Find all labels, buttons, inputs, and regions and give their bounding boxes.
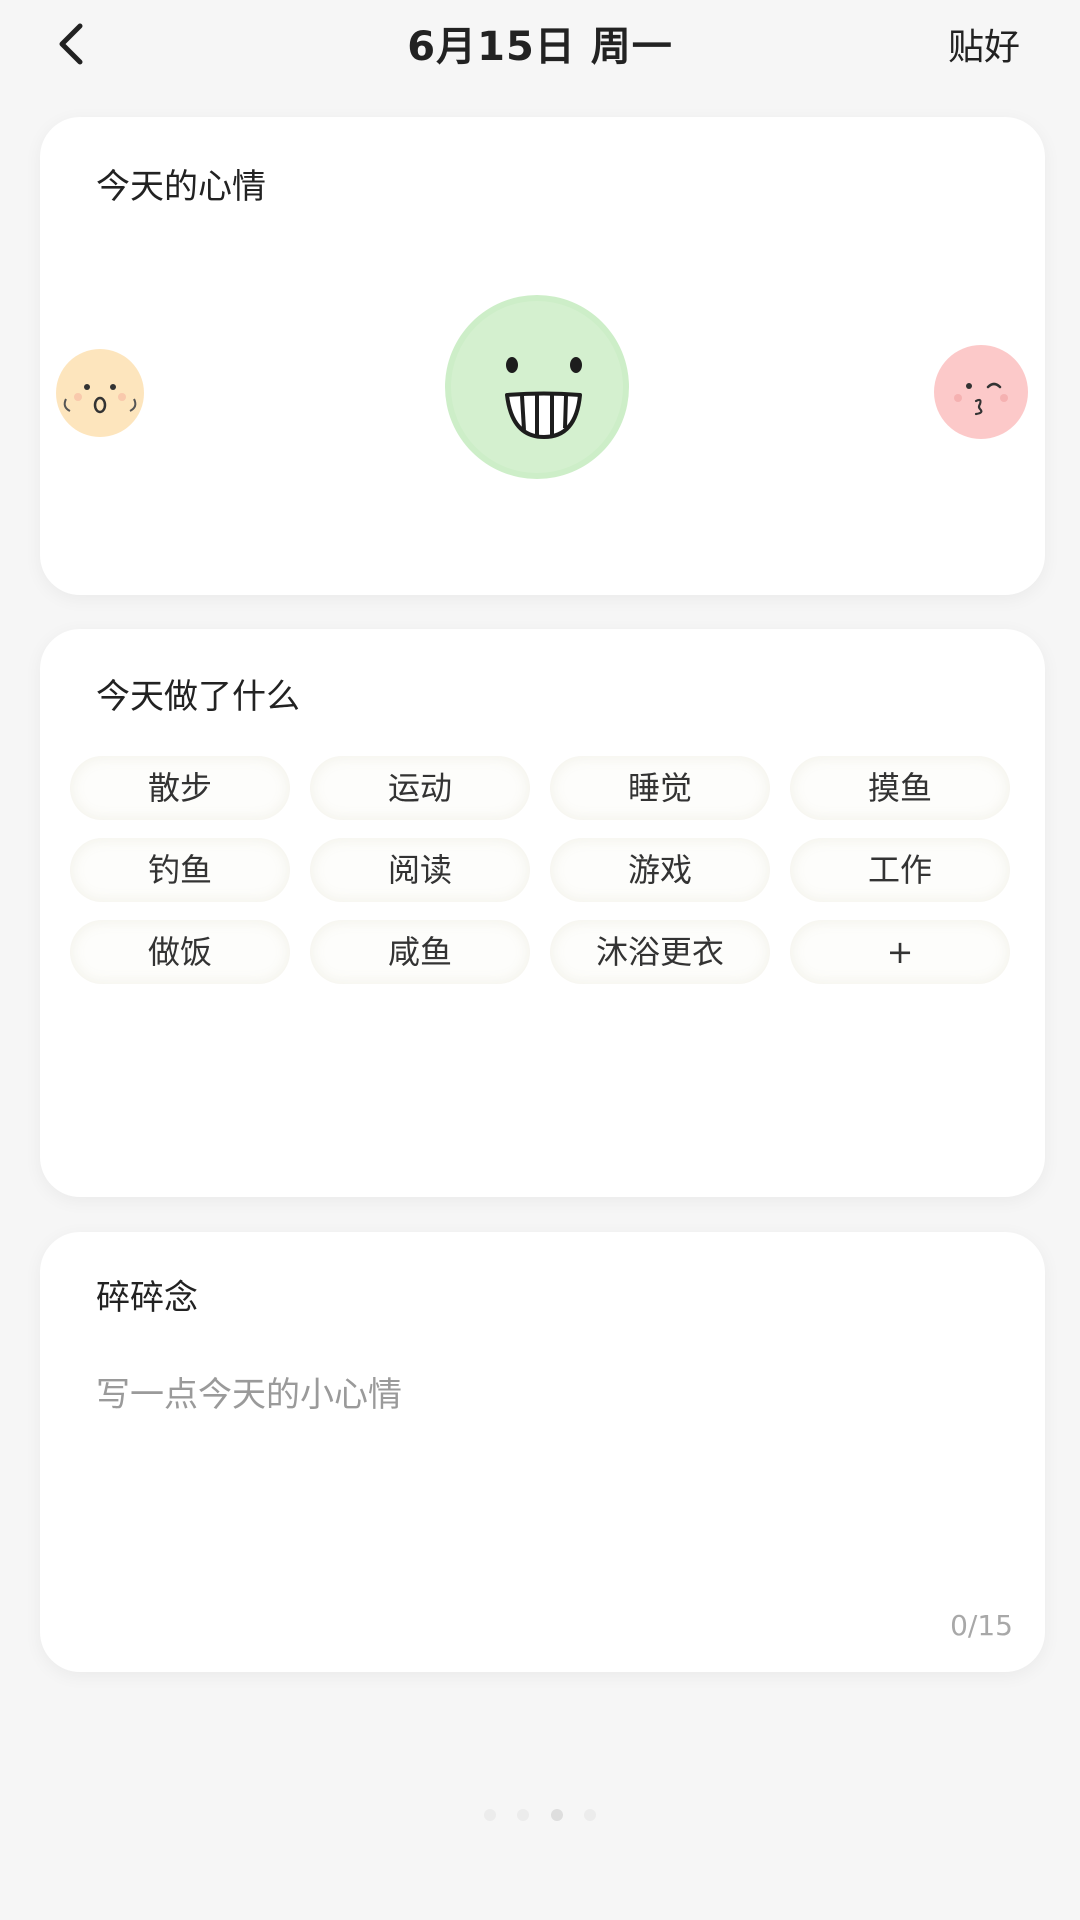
activity-tag[interactable]: 沐浴更衣 <box>550 920 770 984</box>
activity-tag[interactable]: 摸鱼 <box>790 756 1010 820</box>
activity-tag[interactable]: 咸鱼 <box>310 920 530 984</box>
page-dot <box>583 1809 596 1821</box>
page-dot <box>484 1809 497 1821</box>
activity-tag[interactable]: 睡觉 <box>550 756 770 820</box>
kissing-wink-face-icon <box>934 345 1028 439</box>
surprised-face-icon <box>56 349 144 437</box>
page-dot-active <box>550 1809 563 1821</box>
activity-tag[interactable]: 游戏 <box>550 838 770 902</box>
activity-tag[interactable]: 做饭 <box>70 920 290 984</box>
page-dot <box>517 1809 530 1821</box>
notes-input[interactable] <box>96 1367 996 1567</box>
grinning-face-icon <box>445 295 629 479</box>
mood-card: 今天的心情 <box>40 117 1045 595</box>
activity-tag[interactable]: 运动 <box>310 756 530 820</box>
activity-tag[interactable]: 钓鱼 <box>70 838 290 902</box>
mood-grinning-option[interactable] <box>442 292 632 482</box>
top-bar: 6月15日 周一 贴好 <box>0 0 1080 100</box>
page-title: 6月15日 周一 <box>407 24 673 70</box>
done-button[interactable]: 贴好 <box>948 18 1020 70</box>
page-indicator <box>0 1806 1080 1825</box>
activity-tag[interactable]: 工作 <box>790 838 1010 902</box>
mood-kissing-wink-option[interactable] <box>932 343 1030 441</box>
notes-section-title: 碎碎念 <box>96 1278 198 1318</box>
activity-tag[interactable]: 散步 <box>70 756 290 820</box>
character-counter: 0/15 <box>950 1609 1013 1642</box>
mood-section-title: 今天的心情 <box>96 167 266 207</box>
activity-section-title: 今天做了什么 <box>96 677 300 717</box>
mood-surprised-option[interactable] <box>54 347 146 439</box>
add-activity-button[interactable]: + <box>790 920 1010 984</box>
notes-card: 碎碎念 0/15 <box>40 1232 1045 1672</box>
activity-tag[interactable]: 阅读 <box>310 838 530 902</box>
activity-card: 今天做了什么 散步 运动 睡觉 摸鱼 钓鱼 阅读 游戏 工作 做饭 咸鱼 沐浴更… <box>40 629 1045 1197</box>
